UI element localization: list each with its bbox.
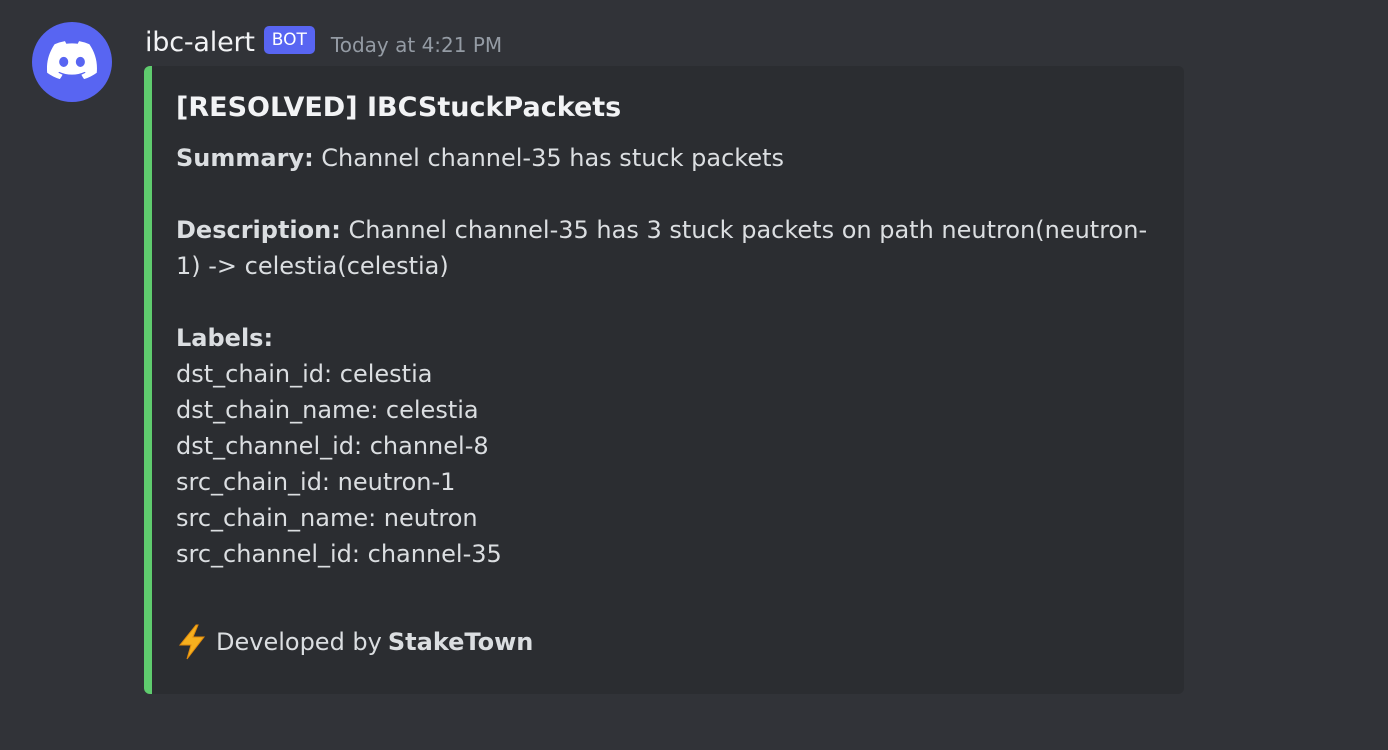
description-label: Description:	[176, 216, 341, 244]
author-name[interactable]: ibc-alert	[145, 27, 255, 58]
message-header: ibc-alert BOT Today at 4:21 PM	[145, 24, 502, 60]
lightning-bolt-icon	[176, 624, 208, 660]
label-item: src_channel_id: channel-35	[176, 540, 502, 568]
discord-logo-icon	[46, 41, 97, 83]
footer-brand: StakeTown	[387, 628, 534, 656]
chat-message: ibc-alert BOT Today at 4:21 PM [RESOLVED…	[0, 0, 1388, 750]
message-timestamp[interactable]: Today at 4:21 PM	[331, 33, 502, 57]
label-item: dst_chain_id: celestia	[176, 360, 433, 388]
avatar[interactable]	[32, 22, 112, 102]
summary-field: Summary: Channel channel-35 has stuck pa…	[176, 140, 1154, 176]
embed-footer: Developed by StakeTown	[176, 624, 533, 660]
alert-embed: [RESOLVED] IBCStuckPackets Summary: Chan…	[144, 66, 1184, 694]
label-item: src_chain_id: neutron-1	[176, 468, 456, 496]
label-item: dst_chain_name: celestia	[176, 396, 479, 424]
label-item: src_chain_name: neutron	[176, 504, 478, 532]
summary-text: Channel channel-35 has stuck packets	[313, 144, 785, 172]
label-item: dst_channel_id: channel-8	[176, 432, 489, 460]
embed-body: [RESOLVED] IBCStuckPackets Summary: Chan…	[176, 92, 1154, 572]
labels-heading: Labels:	[176, 324, 274, 352]
description-field: Description: Channel channel-35 has 3 st…	[176, 212, 1154, 284]
labels-field: Labels: dst_chain_id: celestia dst_chain…	[176, 320, 1154, 572]
footer-prefix: Developed by	[216, 628, 382, 656]
embed-title: [RESOLVED] IBCStuckPackets	[176, 92, 622, 123]
summary-label: Summary:	[176, 144, 314, 172]
bot-badge: BOT	[263, 26, 315, 54]
